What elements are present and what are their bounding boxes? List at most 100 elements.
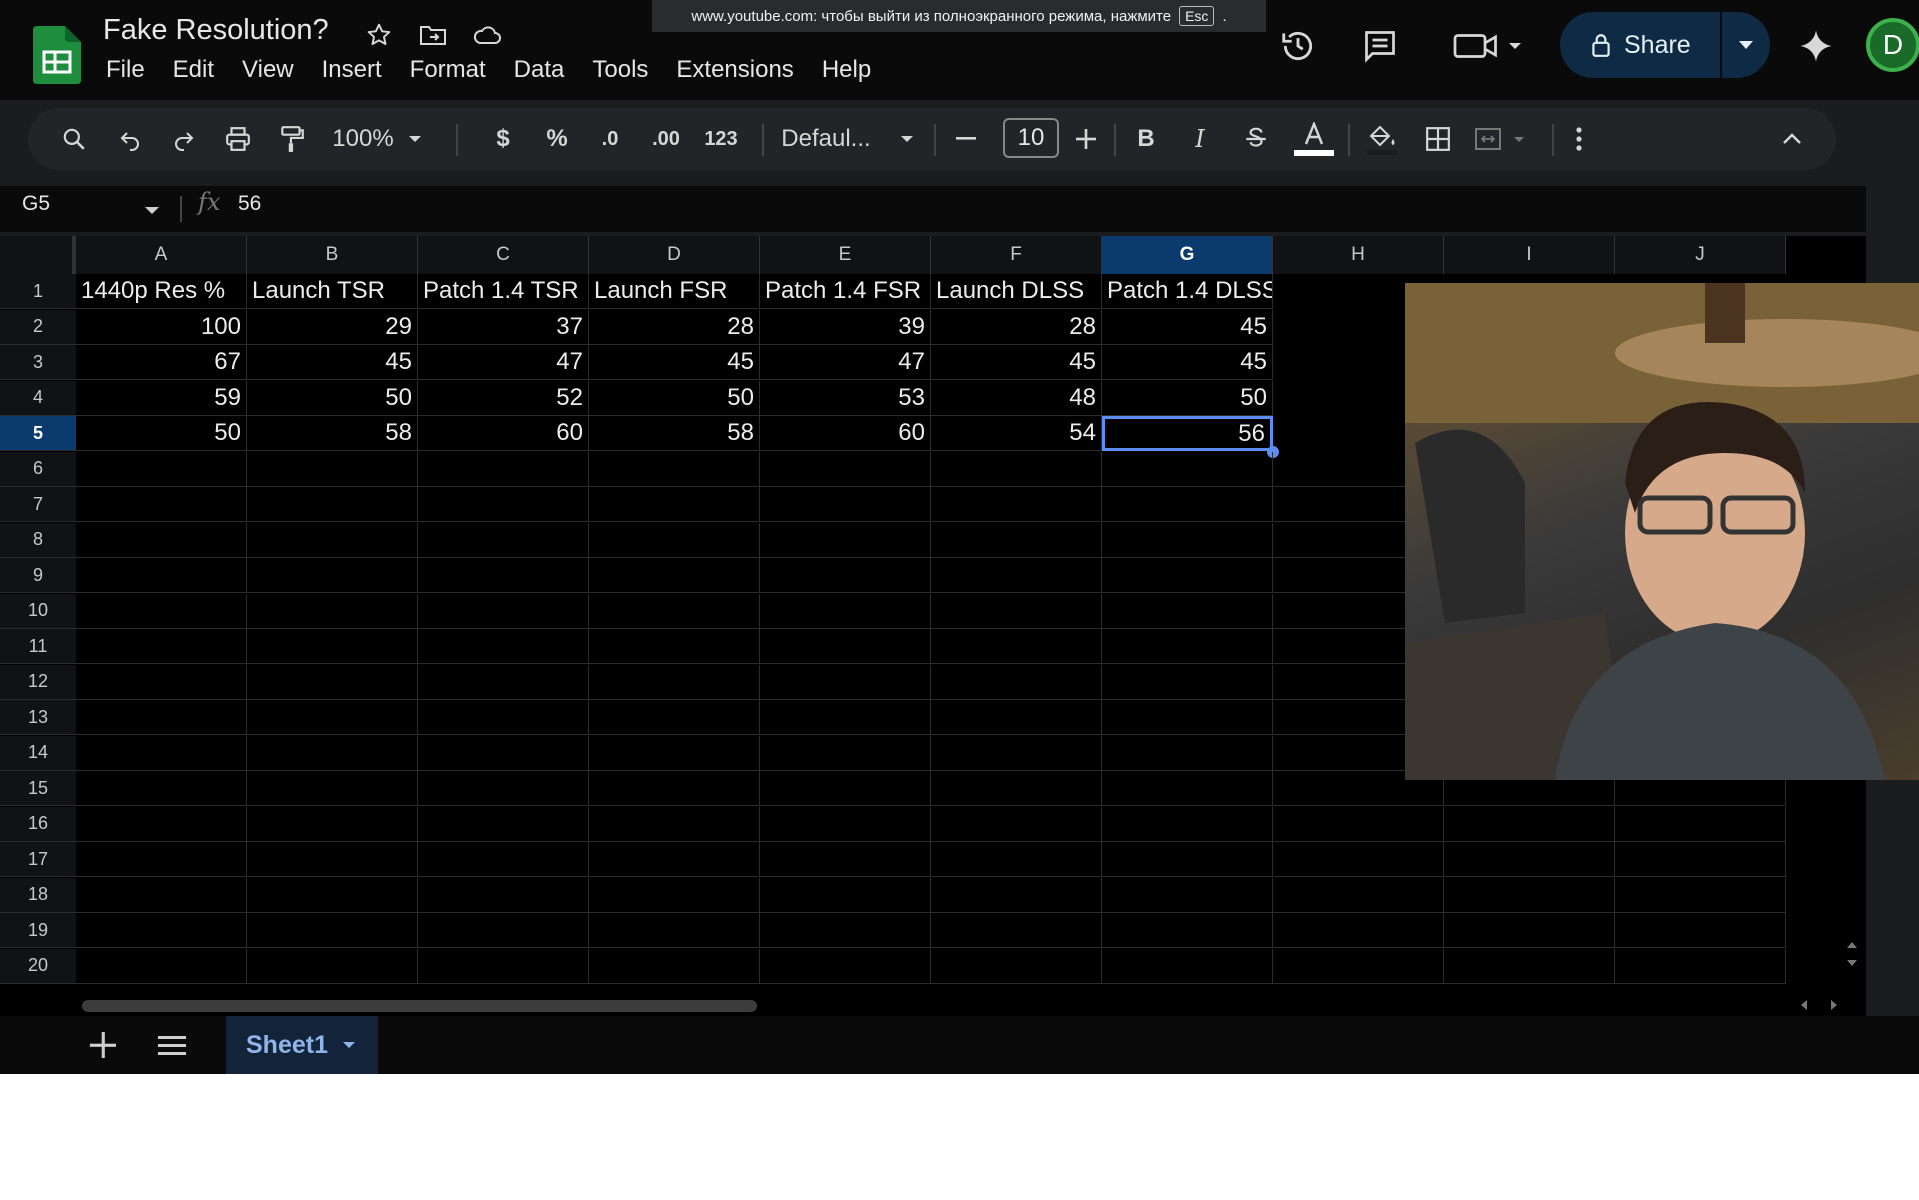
sheet-tab-dropdown-icon[interactable] xyxy=(342,1041,356,1049)
empty-cell[interactable] xyxy=(931,806,1102,842)
table-header-cell[interactable]: Patch 1.4 FSR xyxy=(760,274,931,309)
scroll-up-icon[interactable] xyxy=(1846,936,1858,954)
table-header-cell[interactable]: Launch TSR xyxy=(247,274,418,309)
empty-cell[interactable] xyxy=(1273,806,1444,842)
empty-cell[interactable] xyxy=(589,842,760,877)
empty-cell[interactable] xyxy=(1102,487,1273,522)
empty-cell[interactable] xyxy=(418,842,589,877)
empty-cell[interactable] xyxy=(247,700,418,735)
table-cell[interactable]: 37 xyxy=(418,309,589,345)
empty-cell[interactable] xyxy=(1102,700,1273,735)
row-header-6[interactable]: 6 xyxy=(0,451,76,487)
empty-cell[interactable] xyxy=(589,558,760,593)
table-cell[interactable]: 100 xyxy=(76,309,247,345)
version-history-icon[interactable] xyxy=(1278,26,1318,66)
empty-cell[interactable] xyxy=(1444,842,1615,877)
empty-cell[interactable] xyxy=(418,913,589,948)
empty-cell[interactable] xyxy=(418,948,589,984)
font-dropdown-icon[interactable] xyxy=(896,108,918,170)
row-header-1[interactable]: 1 xyxy=(0,274,76,309)
redo-icon[interactable] xyxy=(164,108,204,170)
empty-cell[interactable] xyxy=(1102,558,1273,593)
empty-cell[interactable] xyxy=(589,771,760,806)
empty-cell[interactable] xyxy=(589,948,760,984)
empty-cell[interactable] xyxy=(247,487,418,522)
row-header-2[interactable]: 2 xyxy=(0,309,76,345)
empty-cell[interactable] xyxy=(1102,629,1273,664)
empty-cell[interactable] xyxy=(1102,913,1273,948)
empty-cell[interactable] xyxy=(247,806,418,842)
table-cell[interactable]: 50 xyxy=(76,416,247,451)
empty-cell[interactable] xyxy=(247,771,418,806)
empty-cell[interactable] xyxy=(247,593,418,629)
name-box-dropdown-icon[interactable] xyxy=(144,202,160,220)
empty-cell[interactable] xyxy=(1102,664,1273,700)
empty-cell[interactable] xyxy=(931,948,1102,984)
empty-cell[interactable] xyxy=(760,842,931,877)
empty-cell[interactable] xyxy=(931,522,1102,558)
empty-cell[interactable] xyxy=(931,487,1102,522)
undo-icon[interactable] xyxy=(110,108,150,170)
menu-extensions[interactable]: Extensions xyxy=(662,56,807,84)
star-icon[interactable] xyxy=(362,18,396,52)
empty-cell[interactable] xyxy=(1273,913,1444,948)
table-cell[interactable]: 29 xyxy=(247,309,418,345)
share-button[interactable]: Share xyxy=(1560,31,1720,60)
empty-cell[interactable] xyxy=(1273,877,1444,913)
table-cell[interactable]: 53 xyxy=(760,380,931,416)
empty-cell[interactable] xyxy=(931,629,1102,664)
empty-cell[interactable] xyxy=(589,629,760,664)
column-header-h[interactable]: H xyxy=(1273,236,1444,274)
add-sheet-icon[interactable] xyxy=(90,1032,116,1063)
all-sheets-icon[interactable] xyxy=(158,1034,186,1061)
account-avatar[interactable]: D xyxy=(1866,18,1919,72)
table-cell[interactable]: 67 xyxy=(76,345,247,380)
column-header-c[interactable]: C xyxy=(418,236,589,274)
empty-cell[interactable] xyxy=(931,877,1102,913)
empty-cell[interactable] xyxy=(418,700,589,735)
row-header-12[interactable]: 12 xyxy=(0,664,76,700)
move-folder-icon[interactable] xyxy=(416,18,450,52)
currency-format-button[interactable]: $ xyxy=(488,108,518,170)
menu-edit[interactable]: Edit xyxy=(159,56,228,84)
empty-cell[interactable] xyxy=(1273,842,1444,877)
empty-cell[interactable] xyxy=(931,700,1102,735)
empty-cell[interactable] xyxy=(589,913,760,948)
row-header-4[interactable]: 4 xyxy=(0,380,76,416)
row-header-7[interactable]: 7 xyxy=(0,487,76,522)
empty-cell[interactable] xyxy=(76,664,247,700)
empty-cell[interactable] xyxy=(1615,948,1786,984)
table-cell[interactable]: 45 xyxy=(247,345,418,380)
menu-data[interactable]: Data xyxy=(500,56,579,84)
empty-cell[interactable] xyxy=(76,558,247,593)
empty-cell[interactable] xyxy=(418,771,589,806)
empty-cell[interactable] xyxy=(76,522,247,558)
zoom-select[interactable]: 100% xyxy=(328,108,398,170)
search-menus-icon[interactable] xyxy=(54,108,94,170)
empty-cell[interactable] xyxy=(76,735,247,771)
column-header-g[interactable]: G xyxy=(1102,236,1273,274)
empty-cell[interactable] xyxy=(589,593,760,629)
empty-cell[interactable] xyxy=(1102,522,1273,558)
font-family-select[interactable]: Defaul... xyxy=(772,108,880,170)
row-header-14[interactable]: 14 xyxy=(0,735,76,771)
menu-file[interactable]: File xyxy=(104,56,159,84)
empty-cell[interactable] xyxy=(76,487,247,522)
italic-button[interactable]: I xyxy=(1182,108,1218,170)
row-header-3[interactable]: 3 xyxy=(0,345,76,380)
column-header-d[interactable]: D xyxy=(589,236,760,274)
fill-color-icon[interactable] xyxy=(1360,108,1404,170)
empty-cell[interactable] xyxy=(76,842,247,877)
empty-cell[interactable] xyxy=(418,806,589,842)
empty-cell[interactable] xyxy=(760,700,931,735)
scroll-left-icon[interactable] xyxy=(1800,998,1808,1016)
row-header-16[interactable]: 16 xyxy=(0,806,76,842)
table-header-cell[interactable]: Launch DLSS xyxy=(931,274,1102,309)
empty-cell[interactable] xyxy=(418,877,589,913)
table-cell[interactable]: 50 xyxy=(589,380,760,416)
empty-cell[interactable] xyxy=(247,558,418,593)
row-header-11[interactable]: 11 xyxy=(0,629,76,664)
empty-cell[interactable] xyxy=(76,700,247,735)
print-icon[interactable] xyxy=(218,108,258,170)
row-header-17[interactable]: 17 xyxy=(0,842,76,877)
